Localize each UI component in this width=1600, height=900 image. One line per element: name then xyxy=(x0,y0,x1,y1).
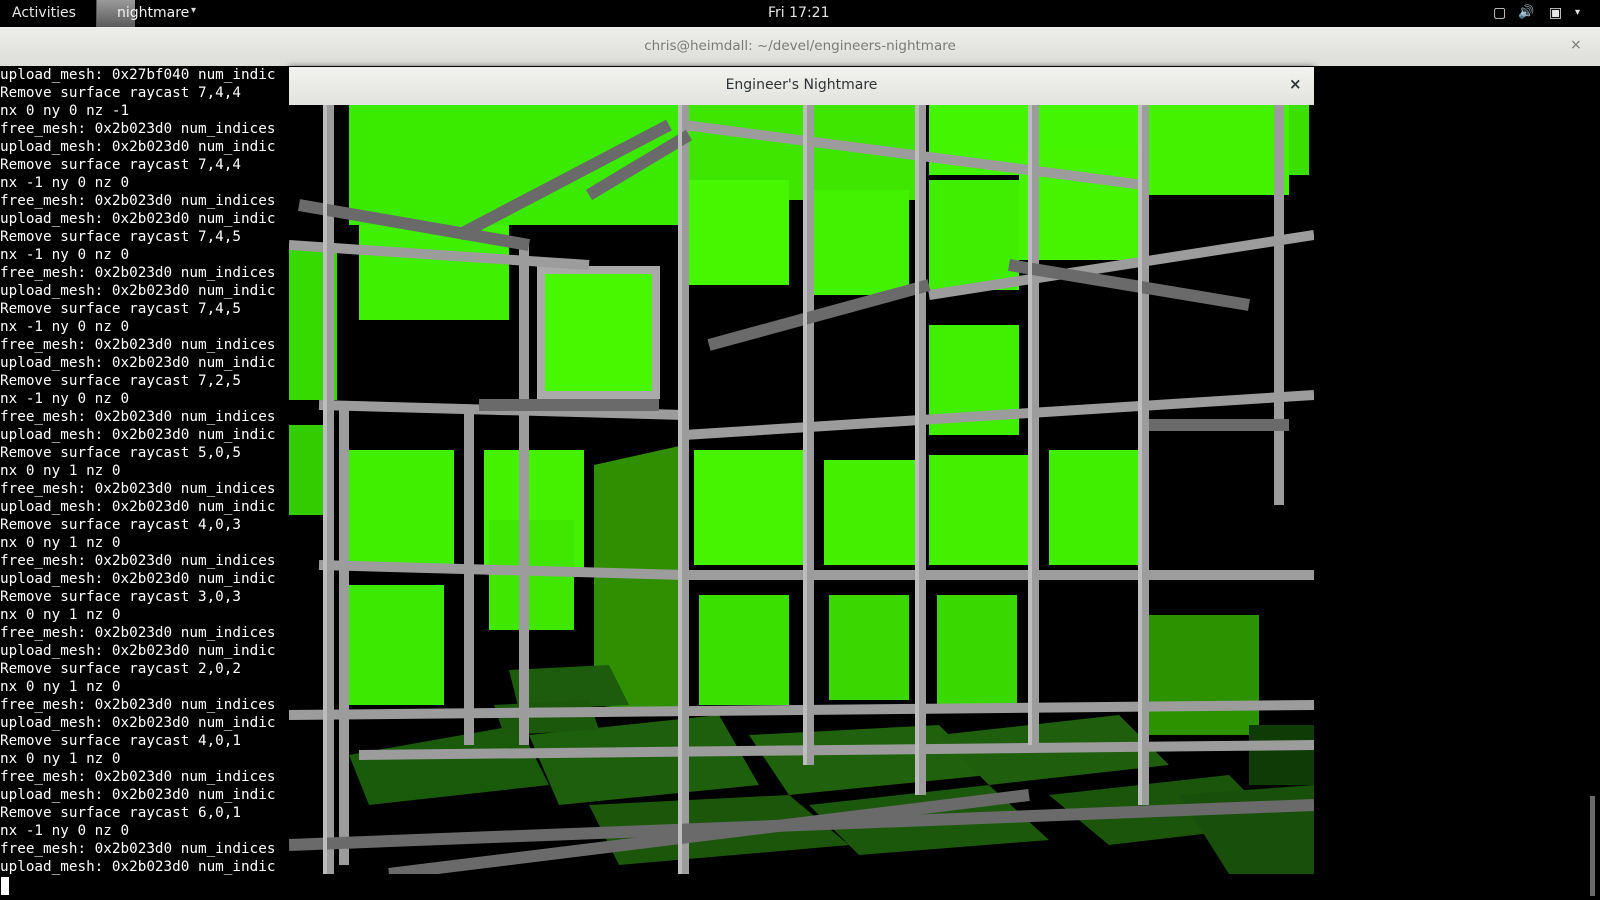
terminal-scroll-thumb[interactable] xyxy=(1590,796,1595,896)
terminal-title: chris@heimdall: ~/devel/engineers-nightm… xyxy=(644,38,956,54)
terminal-cursor xyxy=(1,877,9,895)
terminal-line: nx -1 ny 0 nz 0 xyxy=(0,319,130,335)
terminal-line: upload_mesh: 0x2b023d0 num_indic xyxy=(0,787,276,803)
volume-icon[interactable]: 🔊 xyxy=(1518,5,1534,20)
terminal-close-icon[interactable]: × xyxy=(1570,37,1582,53)
terminal-line: free_mesh: 0x2b023d0 num_indices xyxy=(0,841,276,857)
terminal-line: Remove surface raycast 3,0,3 xyxy=(0,589,242,605)
terminal-line: nx -1 ny 0 nz 0 xyxy=(0,247,130,263)
terminal-line: Remove surface raycast 4,0,1 xyxy=(0,733,242,749)
terminal-line: upload_mesh: 0x2b023d0 num_indic xyxy=(0,715,276,731)
chevron-down-icon: ▾ xyxy=(191,5,197,16)
app-menu-label: nightmare xyxy=(117,5,190,21)
terminal-line: Remove surface raycast 5,0,5 xyxy=(0,445,242,461)
terminal-line: upload_mesh: 0x2b023d0 num_indic xyxy=(0,499,276,515)
game-titlebar[interactable]: Engineer's Nightmare × xyxy=(289,67,1314,106)
game-viewport[interactable] xyxy=(288,105,1315,880)
terminal-line: nx 0 ny 1 nz 0 xyxy=(0,607,121,623)
terminal-line: Remove surface raycast 7,4,4 xyxy=(0,85,242,101)
terminal-line: free_mesh: 0x2b023d0 num_indices xyxy=(0,409,276,425)
terminal-line: nx 0 ny 1 nz 0 xyxy=(0,679,121,695)
terminal-line: nx 0 ny 0 nz -1 xyxy=(0,103,130,119)
terminal-line: upload_mesh: 0x2b023d0 num_indic xyxy=(0,139,276,155)
terminal-line: Remove surface raycast 7,4,5 xyxy=(0,229,242,245)
window-icon[interactable]: ▢ xyxy=(1493,5,1506,21)
top-bar: Activities nightmare ▾ Fri 17:21 ▢ 🔊 ▣ ▾ xyxy=(0,0,1600,27)
terminal-line: nx -1 ny 0 nz 0 xyxy=(0,175,130,191)
activities-button[interactable]: Activities xyxy=(12,5,76,21)
terminal-line: nx -1 ny 0 nz 0 xyxy=(0,823,130,839)
terminal-line: upload_mesh: 0x2b023d0 num_indic xyxy=(0,571,276,587)
terminal-line: Remove surface raycast 7,4,4 xyxy=(0,157,242,173)
terminal-line: Remove surface raycast 4,0,3 xyxy=(0,517,242,533)
terminal-line: free_mesh: 0x2b023d0 num_indices xyxy=(0,553,276,569)
app-menu[interactable]: nightmare ▾ xyxy=(96,0,204,27)
terminal-line: free_mesh: 0x2b023d0 num_indices xyxy=(0,193,276,209)
game-window[interactable]: Engineer's Nightmare × xyxy=(288,67,1315,880)
terminal-line: free_mesh: 0x2b023d0 num_indices xyxy=(0,265,276,281)
terminal-line: Remove surface raycast 7,2,5 xyxy=(0,373,242,389)
terminal-line: Remove surface raycast 6,0,1 xyxy=(0,805,242,821)
terminal-line: free_mesh: 0x2b023d0 num_indices xyxy=(0,481,276,497)
game-close-icon[interactable]: × xyxy=(1289,75,1302,93)
terminal-line: upload_mesh: 0x27bf040 num_indic xyxy=(0,67,276,83)
terminal-line: free_mesh: 0x2b023d0 num_indices xyxy=(0,625,276,641)
terminal-line: free_mesh: 0x2b023d0 num_indices xyxy=(0,769,276,785)
terminal-line: upload_mesh: 0x2b023d0 num_indic xyxy=(0,427,276,443)
terminal-line: nx -1 ny 0 nz 0 xyxy=(0,391,130,407)
clock[interactable]: Fri 17:21 xyxy=(768,5,829,21)
system-menu-chevron-icon[interactable]: ▾ xyxy=(1575,7,1580,18)
terminal-line: Remove surface raycast 7,4,5 xyxy=(0,301,242,317)
terminal-line: nx 0 ny 1 nz 0 xyxy=(0,751,121,767)
terminal-line: Remove surface raycast 2,0,2 xyxy=(0,661,242,677)
terminal-line: nx 0 ny 1 nz 0 xyxy=(0,535,121,551)
terminal-line: free_mesh: 0x2b023d0 num_indices xyxy=(0,697,276,713)
terminal-line: free_mesh: 0x2b023d0 num_indices xyxy=(0,121,276,137)
terminal-line: upload_mesh: 0x2b023d0 num_indic xyxy=(0,643,276,659)
battery-icon[interactable]: ▣ xyxy=(1549,5,1562,21)
terminal-scrollbar[interactable] xyxy=(1587,66,1600,900)
game-title: Engineer's Nightmare xyxy=(725,77,878,93)
terminal-line: nx 0 ny 1 nz 0 xyxy=(0,463,121,479)
terminal-line: upload_mesh: 0x2b023d0 num_indic xyxy=(0,283,276,299)
game-scene xyxy=(288,105,1315,880)
terminal-line: upload_mesh: 0x2b023d0 num_indic xyxy=(0,859,276,875)
terminal-line: upload_mesh: 0x2b023d0 num_indic xyxy=(0,211,276,227)
terminal-line: free_mesh: 0x2b023d0 num_indices xyxy=(0,337,276,353)
terminal-titlebar[interactable]: chris@heimdall: ~/devel/engineers-nightm… xyxy=(0,27,1600,67)
terminal-line: upload_mesh: 0x2b023d0 num_indic xyxy=(0,355,276,371)
